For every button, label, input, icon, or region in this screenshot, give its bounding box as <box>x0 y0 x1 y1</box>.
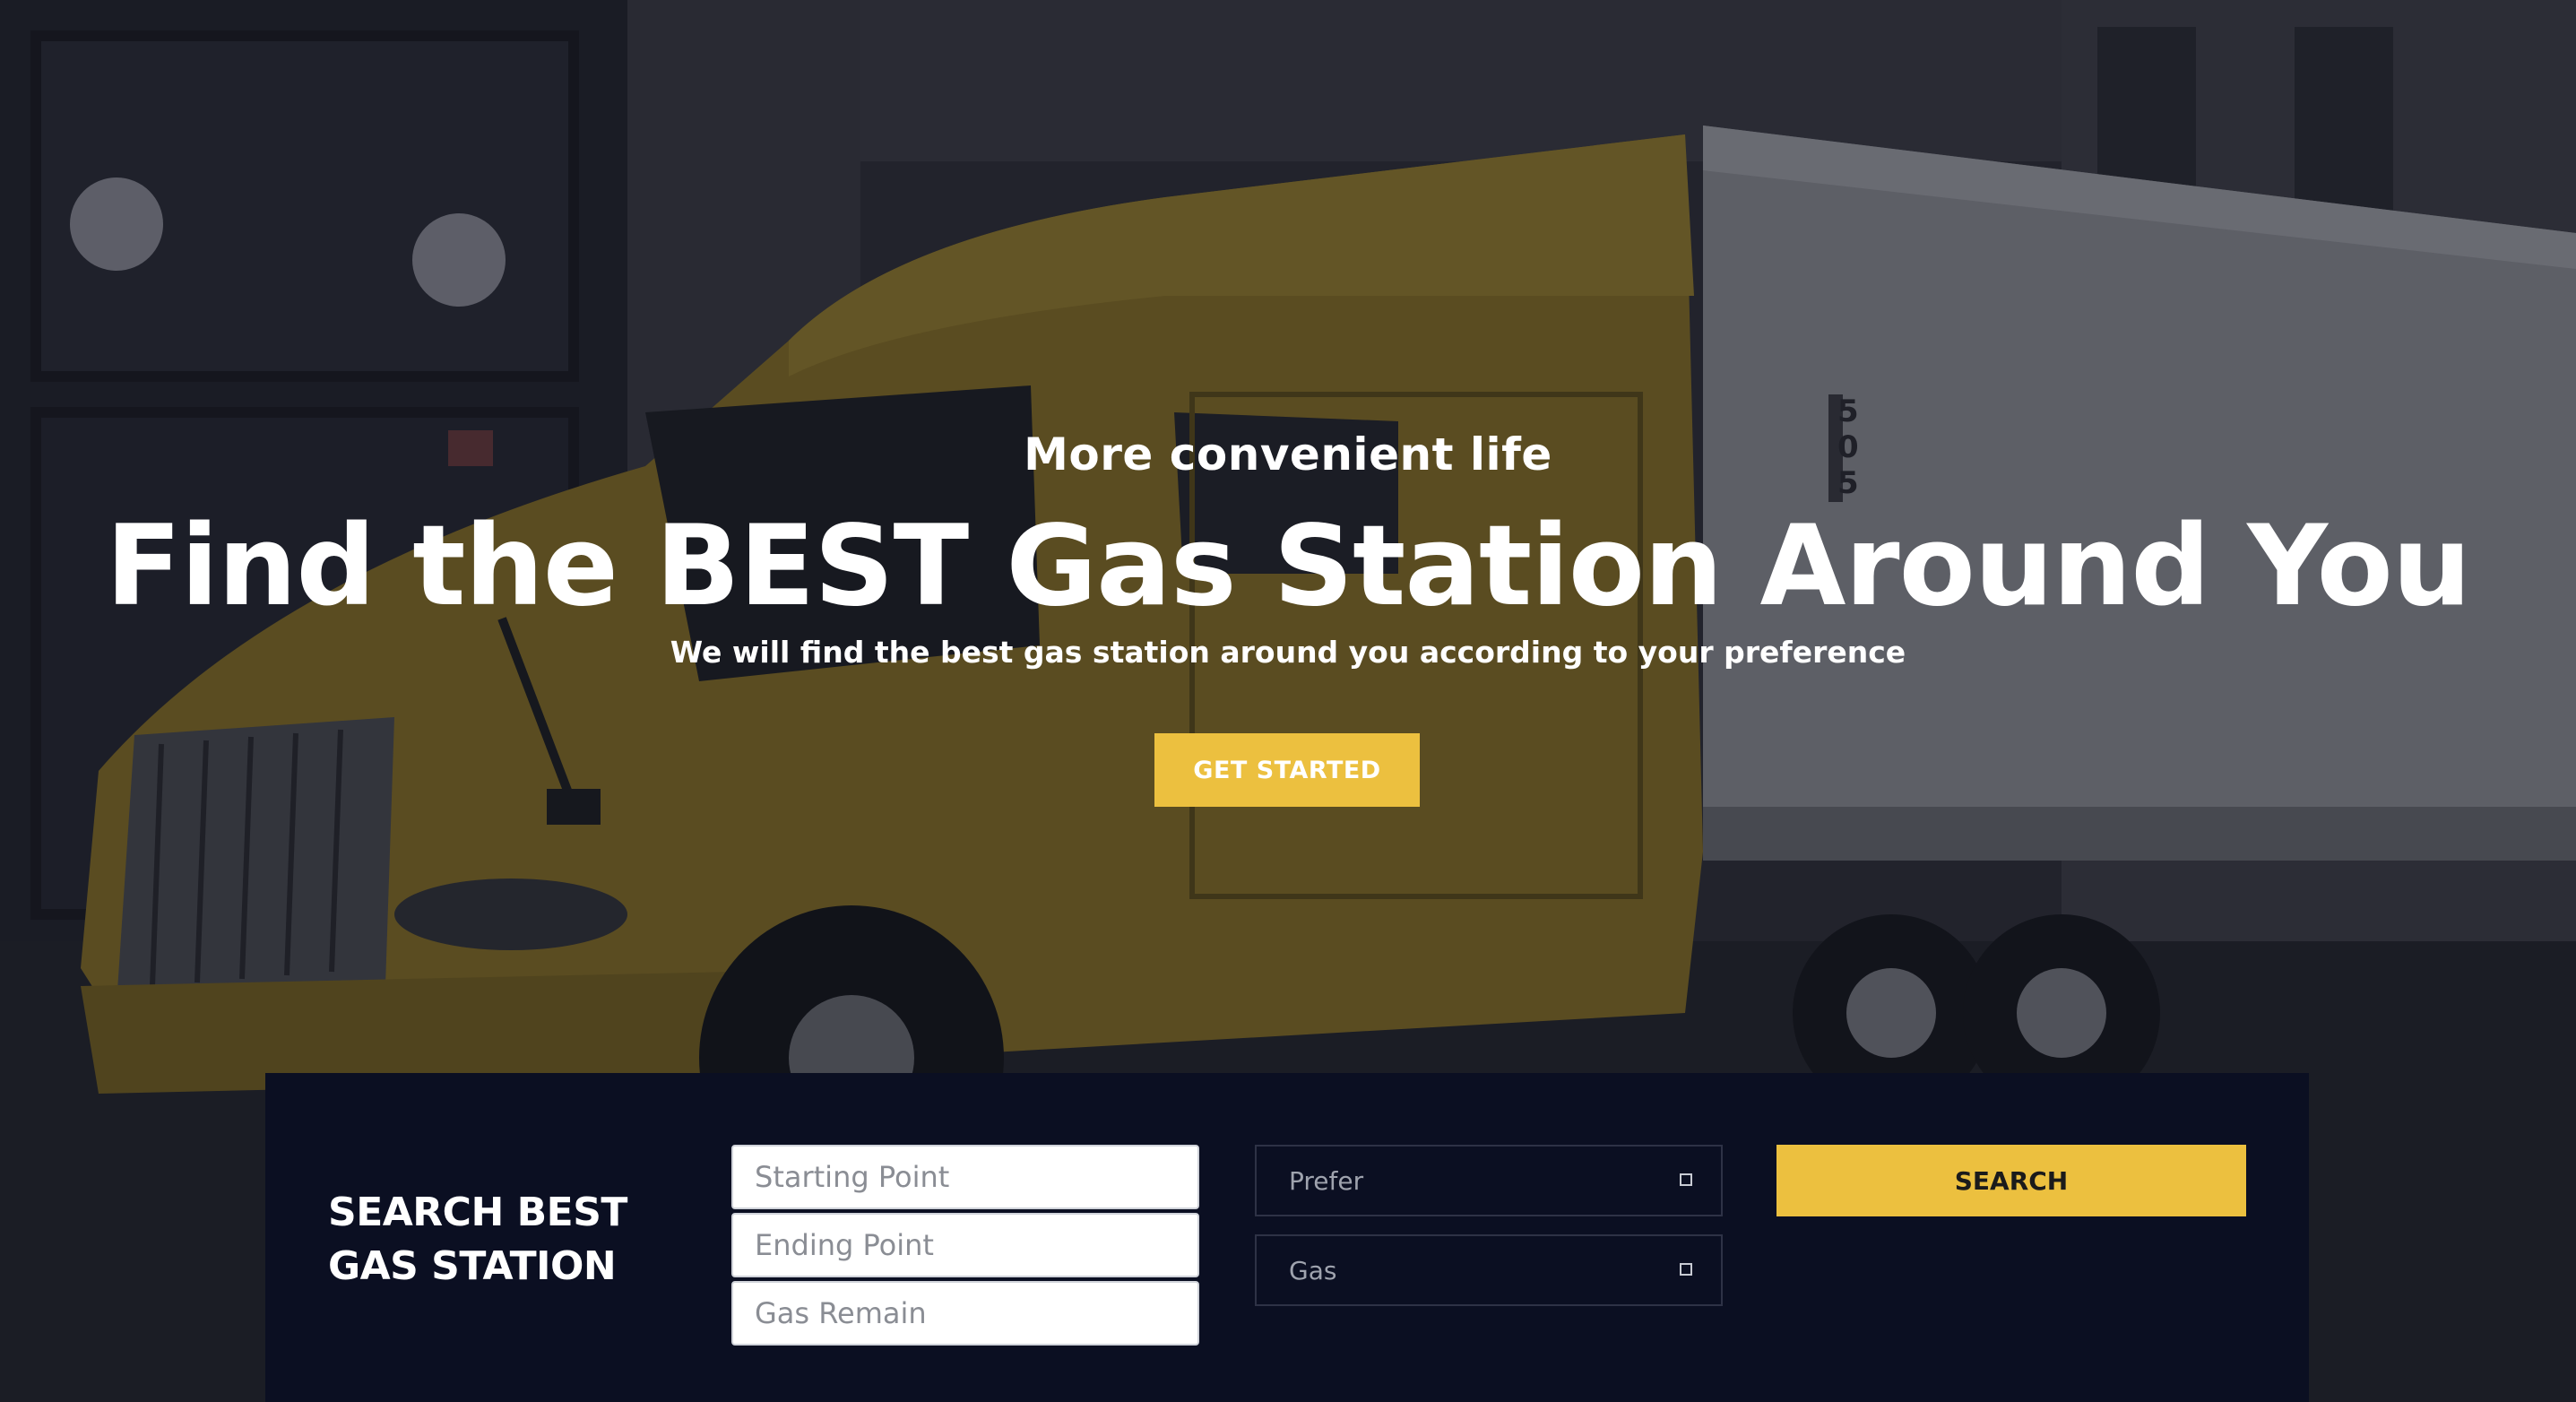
search-title-line-1: SEARCH BEST <box>328 1190 627 1235</box>
gas-select[interactable]: Gas <box>1255 1234 1723 1306</box>
get-started-button[interactable]: GET STARTED <box>1154 733 1420 807</box>
search-button[interactable]: SEARCH <box>1776 1145 2246 1216</box>
search-panel-title: SEARCH BEST GAS STATION <box>328 1186 633 1294</box>
prefer-select-value: Prefer <box>1289 1166 1364 1196</box>
gas-remain-input[interactable] <box>731 1281 1199 1346</box>
dropdown-square-icon <box>1680 1173 1692 1186</box>
dropdown-square-icon <box>1680 1263 1692 1276</box>
starting-point-input[interactable] <box>731 1145 1199 1209</box>
search-panel: SEARCH BEST GAS STATION Prefer Gas SEARC… <box>265 1073 2309 1402</box>
hero-headline: Find the BEST Gas Station Around You <box>105 502 2471 631</box>
prefer-select[interactable]: Prefer <box>1255 1145 1723 1216</box>
ending-point-input[interactable] <box>731 1213 1199 1277</box>
hero-tagline: More convenient life <box>1024 428 1552 480</box>
hero-subline: We will find the best gas station around… <box>670 635 1906 670</box>
gas-select-value: Gas <box>1289 1256 1337 1285</box>
search-title-line-2: GAS STATION <box>328 1243 617 1289</box>
